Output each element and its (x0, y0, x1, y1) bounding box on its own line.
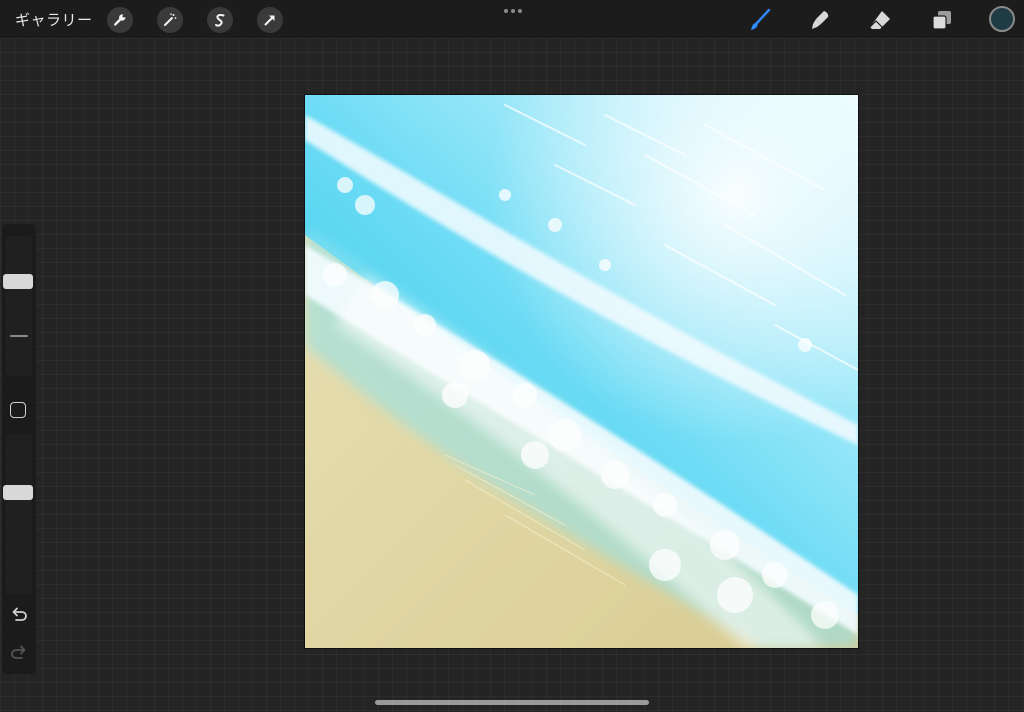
home-indicator[interactable] (375, 700, 649, 705)
adjustments-button[interactable] (157, 7, 183, 33)
transform-button[interactable] (257, 7, 283, 33)
eraser-icon (869, 11, 890, 30)
modify-square-icon[interactable] (10, 402, 26, 418)
color-picker-button[interactable] (989, 6, 1015, 32)
beach-painting (305, 95, 858, 648)
selection-icon (215, 13, 225, 27)
drawing-canvas[interactable] (304, 94, 859, 649)
transform-arrow-icon (264, 15, 275, 26)
brush-size-slider[interactable] (3, 236, 33, 376)
magic-wand-icon (164, 13, 177, 26)
layers-icon (932, 11, 951, 30)
actions-button[interactable] (107, 7, 133, 33)
smudge-tool-button[interactable] (806, 6, 834, 34)
eraser-tool-button[interactable] (866, 6, 894, 34)
drag-handle-dots-icon[interactable] (503, 8, 523, 14)
redo-icon (11, 645, 26, 659)
undo-button[interactable] (9, 604, 29, 624)
redo-button[interactable] (9, 642, 29, 662)
smudge-icon (812, 11, 829, 29)
slider-divider (10, 335, 28, 337)
selection-button[interactable] (207, 7, 233, 33)
side-toolbar (2, 224, 36, 674)
wrench-icon (114, 14, 126, 26)
layers-button[interactable] (928, 6, 956, 34)
top-toolbar: ギャラリー (0, 0, 1024, 38)
gallery-button[interactable]: ギャラリー (15, 9, 93, 30)
brush-icon (751, 8, 771, 30)
undo-icon (12, 607, 27, 621)
brush-size-slider-thumb[interactable] (3, 274, 33, 289)
brush-tool-button[interactable] (746, 6, 774, 34)
opacity-slider[interactable] (3, 434, 33, 594)
opacity-slider-thumb[interactable] (3, 485, 33, 500)
